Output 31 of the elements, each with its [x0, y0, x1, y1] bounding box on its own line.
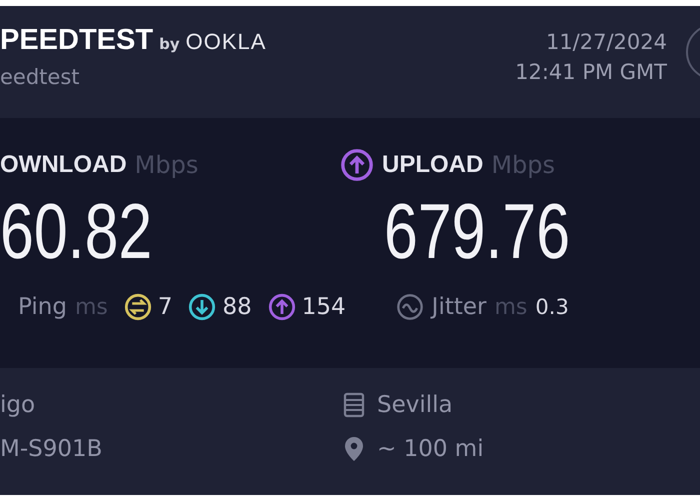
speed-value: 60.82: [0, 186, 152, 277]
speed-label: OWNLOAD: [0, 151, 127, 179]
server-name: Sevilla: [377, 392, 453, 418]
upload-icon: [268, 293, 296, 321]
idle-ping-icon: [124, 293, 152, 321]
jitter-value: 0.3: [535, 295, 569, 319]
unit-label: ms: [74, 294, 108, 320]
unit-label: Mbps: [491, 151, 556, 179]
unit-label: Mbps: [134, 151, 198, 179]
ping-value: 154: [302, 294, 346, 320]
upload-icon: [340, 148, 374, 182]
unit-label: ms: [494, 294, 528, 320]
server-icon: [343, 392, 365, 418]
ping-value: 88: [222, 294, 252, 320]
logo-brand-text: OOKLA: [186, 29, 266, 55]
speed-label: UPLOAD: [382, 151, 484, 179]
device-name: M-S901B: [0, 436, 104, 462]
server-distance: ~ 100 mi: [377, 436, 484, 462]
provider-name: igo: [0, 392, 36, 418]
logo-by-text: by: [159, 35, 180, 53]
ping-label: Ping: [18, 294, 67, 320]
app-name: eedtest: [0, 65, 80, 89]
ping-value: 7: [158, 294, 172, 320]
speed-value: 679.76: [384, 186, 570, 277]
test-time: 12:41 PM GMT: [515, 60, 667, 84]
download-icon: [188, 293, 216, 321]
location-pin-icon: [343, 436, 365, 462]
jitter-label: Jitter: [432, 294, 486, 320]
jitter-icon: [396, 293, 424, 321]
logo-text: PEEDTEST: [0, 24, 154, 57]
test-date: 11/27/2024: [546, 30, 667, 54]
